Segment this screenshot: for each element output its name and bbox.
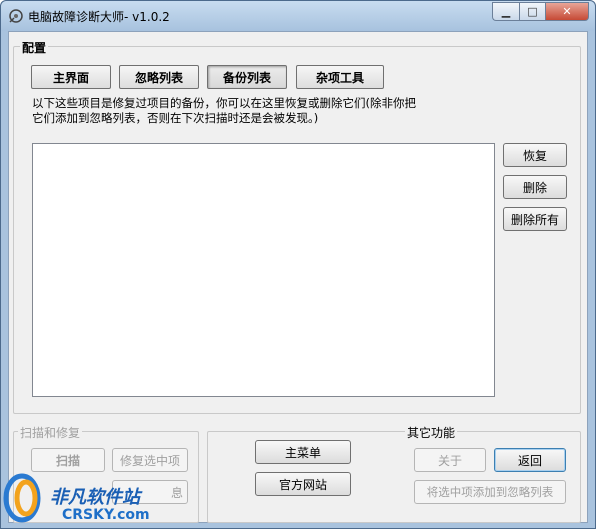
window-controls: ▁ □ ✕ <box>492 2 589 21</box>
about-button[interactable]: 关于 <box>414 448 486 472</box>
tab-misc-tools[interactable]: 杂项工具 <box>296 65 384 89</box>
tab-main[interactable]: 主界面 <box>31 65 111 89</box>
delete-all-button[interactable]: 删除所有 <box>503 207 567 231</box>
tab-ignore-list[interactable]: 忽略列表 <box>119 65 199 89</box>
tab-backup-list[interactable]: 备份列表 <box>207 65 287 89</box>
app-stethoscope-icon <box>9 9 23 23</box>
official-site-button[interactable]: 官方网站 <box>255 472 351 496</box>
close-button[interactable]: ✕ <box>545 2 589 21</box>
maximize-button[interactable]: □ <box>519 2 545 21</box>
watermark-domain: CRSKY.com <box>62 507 150 523</box>
backup-listbox[interactable] <box>32 143 495 397</box>
add-to-ignore-button[interactable]: 将选中项添加到忽略列表 <box>414 480 566 504</box>
delete-button[interactable]: 删除 <box>503 175 567 199</box>
partially-hidden-button-text: 息 <box>170 485 183 500</box>
scan-repair-group-label: 扫描和修复 <box>18 424 83 441</box>
back-button[interactable]: 返回 <box>494 448 566 472</box>
app-window: 电脑故障诊断大师- v1.0.2 ▁ □ ✕ 配置 主界面 忽略列表 备份列表 … <box>0 0 596 529</box>
config-group-label: 配置 <box>20 39 49 56</box>
close-icon: ✕ <box>562 5 572 18</box>
backup-description: 以下这些项目是修复过项目的备份，你可以在这里恢复或删除它们(除非你把它们添加到忽… <box>32 96 416 125</box>
title-bar[interactable]: 电脑故障诊断大师- v1.0.2 ▁ □ ✕ <box>1 1 595 31</box>
client-area: 配置 主界面 忽略列表 备份列表 杂项工具 以下这些项目是修复过项目的备份，你可… <box>8 31 588 523</box>
minimize-button[interactable]: ▁ <box>492 2 519 21</box>
window-title: 电脑故障诊断大师- v1.0.2 <box>28 10 170 24</box>
watermark-brand: 非凡软件站 <box>50 487 140 508</box>
restore-button[interactable]: 恢复 <box>503 143 567 167</box>
maximize-icon: □ <box>527 5 538 18</box>
other-functions-label: 其它功能 <box>405 424 458 441</box>
minimize-icon: ▁ <box>501 5 511 18</box>
main-menu-button[interactable]: 主菜单 <box>255 440 351 464</box>
